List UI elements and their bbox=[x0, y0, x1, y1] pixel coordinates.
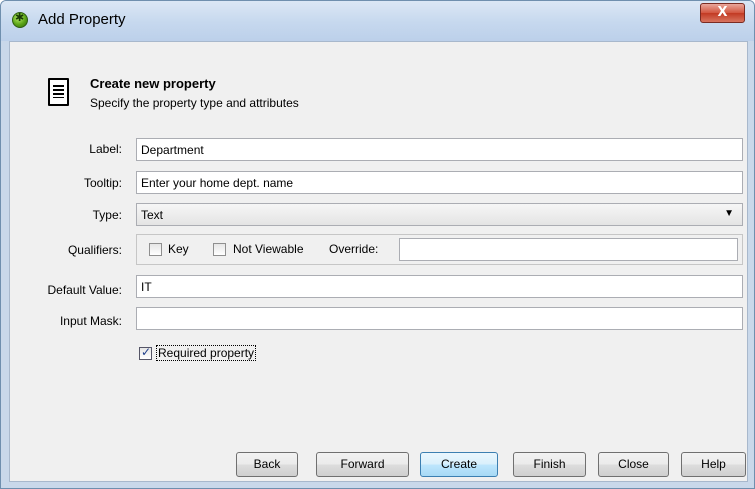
app-logo-icon bbox=[12, 11, 28, 28]
key-checkbox-label[interactable]: Key bbox=[168, 242, 189, 256]
tooltip-field-label: Tooltip: bbox=[83, 176, 122, 190]
add-property-dialog: Add Property X Create new property Speci… bbox=[0, 0, 755, 489]
document-icon bbox=[48, 78, 69, 106]
override-label: Override: bbox=[329, 242, 379, 256]
required-property-checkbox[interactable] bbox=[139, 345, 152, 360]
window-close-button[interactable]: X bbox=[700, 3, 745, 23]
required-property-label[interactable]: Required property bbox=[156, 345, 257, 361]
chevron-down-icon[interactable]: ▼ bbox=[724, 208, 734, 219]
label-field-label: Label: bbox=[89, 142, 122, 156]
label-input[interactable]: Department bbox=[136, 138, 743, 161]
header-title: Create new property bbox=[90, 76, 216, 91]
input-mask-input[interactable] bbox=[136, 307, 743, 330]
key-checkbox[interactable] bbox=[149, 243, 162, 256]
back-button[interactable]: Back bbox=[236, 452, 298, 477]
default-value-field-label: Default Value: bbox=[47, 283, 123, 297]
qualifiers-group: Key Not Viewable Override: bbox=[136, 234, 743, 265]
override-input[interactable] bbox=[399, 238, 738, 261]
qualifiers-field-label: Qualifiers: bbox=[67, 243, 122, 257]
title-bar[interactable]: Add Property X bbox=[1, 1, 754, 41]
tooltip-input[interactable]: Enter your home dept. name bbox=[136, 171, 743, 194]
finish-button[interactable]: Finish bbox=[513, 452, 586, 477]
type-field-label: Type: bbox=[92, 208, 122, 222]
not-viewable-checkbox-label[interactable]: Not Viewable bbox=[233, 242, 304, 256]
close-button[interactable]: Close bbox=[598, 452, 669, 477]
header-subtitle: Specify the property type and attributes bbox=[90, 96, 299, 110]
type-select[interactable]: Text ▼ bbox=[136, 203, 743, 226]
not-viewable-checkbox[interactable] bbox=[213, 243, 226, 256]
create-button[interactable]: Create bbox=[420, 452, 498, 477]
window-title: Add Property bbox=[38, 11, 126, 28]
default-value-input[interactable]: IT bbox=[136, 275, 743, 298]
forward-button[interactable]: Forward bbox=[316, 452, 409, 477]
type-select-value: Text bbox=[141, 208, 164, 222]
help-button[interactable]: Help bbox=[681, 452, 746, 477]
input-mask-field-label: Input Mask: bbox=[59, 314, 122, 328]
